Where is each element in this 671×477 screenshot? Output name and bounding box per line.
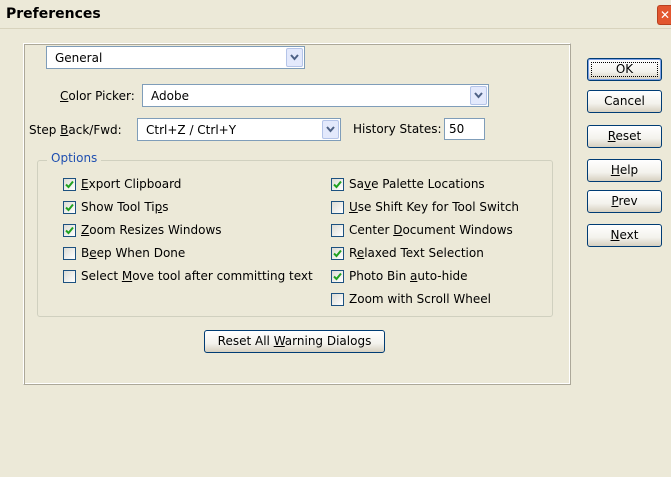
checkbox-label: Save Palette Locations	[349, 177, 485, 191]
window-title: Preferences	[6, 6, 101, 22]
step-back-fwd-label: Step Back/Fwd:	[29, 123, 122, 137]
step-back-fwd-dropdown[interactable]: Ctrl+Z / Ctrl+Y	[137, 118, 341, 141]
checkbox-box[interactable]	[63, 247, 76, 260]
color-picker-dropdown[interactable]: Adobe	[142, 84, 489, 107]
checkbox-box[interactable]	[331, 178, 344, 191]
checkbox-label: Beep When Done	[81, 246, 186, 260]
chevron-down-icon[interactable]	[470, 86, 487, 105]
cancel-button[interactable]: Cancel	[587, 90, 662, 113]
history-states-label: History States:	[353, 122, 442, 136]
prev-button[interactable]: Prev	[587, 190, 662, 213]
checkbox-box[interactable]	[63, 201, 76, 214]
checkbox-box[interactable]	[331, 201, 344, 214]
color-picker-label: Color Picker:	[60, 89, 135, 103]
checkbox-box[interactable]	[331, 247, 344, 260]
chevron-down-icon[interactable]	[286, 48, 303, 67]
color-picker-value: Adobe	[151, 89, 189, 103]
checkbox-label: Photo Bin auto-hide	[349, 269, 468, 283]
next-button[interactable]: Next	[587, 224, 662, 247]
checkbox-label: Show Tool Tips	[81, 200, 169, 214]
options-legend: Options	[47, 151, 102, 165]
section-dropdown-value: General	[55, 51, 103, 65]
title-bar[interactable]: Preferences ✕	[0, 0, 671, 29]
ok-button[interactable]: OK	[587, 58, 662, 81]
checkbox-box[interactable]	[63, 224, 76, 237]
checkbox-box[interactable]	[331, 224, 344, 237]
close-icon: ✕	[660, 8, 671, 22]
focus-rect	[591, 62, 658, 77]
step-back-fwd-value: Ctrl+Z / Ctrl+Y	[146, 123, 237, 137]
checkbox-box[interactable]	[63, 178, 76, 191]
checkbox-box[interactable]	[63, 270, 76, 283]
history-states-field[interactable]	[444, 118, 499, 140]
history-states-input[interactable]	[449, 122, 499, 136]
chevron-down-icon[interactable]	[322, 120, 339, 139]
checkbox-label: Relaxed Text Selection	[349, 246, 484, 260]
checkbox-label: Zoom with Scroll Wheel	[349, 292, 491, 306]
checkbox-label: Center Document Windows	[349, 223, 513, 237]
help-button[interactable]: Help	[587, 159, 662, 182]
checkbox-label: Use Shift Key for Tool Switch	[349, 200, 520, 214]
checkbox-label: Export Clipboard	[81, 177, 182, 191]
reset-all-warning-dialogs-button[interactable]: Reset All Warning Dialogs	[204, 330, 385, 353]
checkbox-label: Select Move tool after committing text	[81, 269, 313, 283]
section-dropdown[interactable]: General	[46, 46, 305, 69]
checkbox-box[interactable]	[331, 293, 344, 306]
checkbox-box[interactable]	[331, 270, 344, 283]
reset-button[interactable]: Reset	[587, 125, 662, 148]
preferences-dialog: Preferences ✕ General Color Picker: Adob…	[0, 0, 671, 477]
checkbox-label: Zoom Resizes Windows	[81, 223, 222, 237]
close-button[interactable]: ✕	[657, 5, 671, 25]
